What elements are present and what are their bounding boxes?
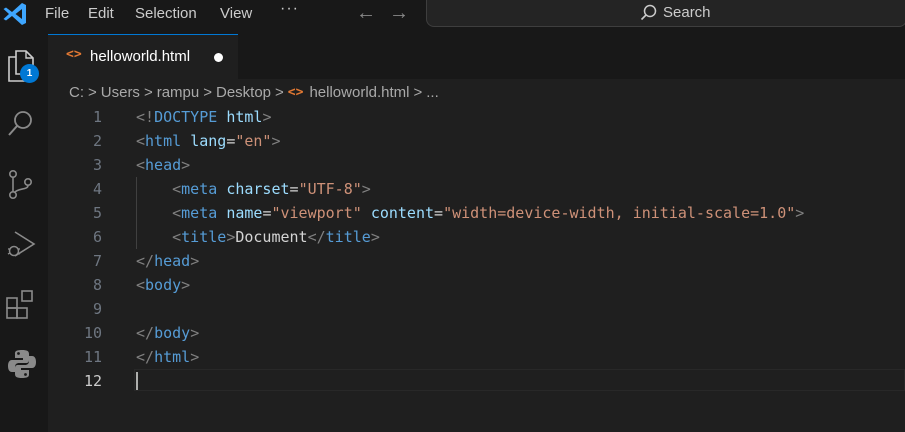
activity-bar: 1: [0, 34, 48, 432]
breadcrumb-item-rampu[interactable]: rampu: [157, 84, 200, 101]
tab-label: helloworld.html: [90, 48, 191, 65]
line-number: 8: [92, 276, 102, 294]
code-text: <meta name="viewport" content="width=dev…: [172, 204, 805, 222]
source-control-icon[interactable]: [6, 169, 36, 199]
back-arrow-icon[interactable]: ←: [356, 2, 376, 25]
title-bar: File Edit Selection View ··· ← → Search: [0, 0, 905, 34]
more-menu-button[interactable]: ···: [280, 0, 299, 18]
line-number: 5: [92, 204, 102, 222]
code-text: </head>: [136, 252, 200, 270]
code-line[interactable]: 6 <title>Document</title>: [48, 225, 905, 249]
line-number: 10: [83, 324, 102, 342]
menu-edit[interactable]: Edit: [88, 5, 114, 22]
line-number: 2: [92, 132, 102, 150]
tab-helloworld-html[interactable]: <> helloworld.html: [48, 34, 238, 79]
python-icon[interactable]: [6, 348, 36, 378]
breadcrumb-item-file[interactable]: helloworld.html: [309, 84, 409, 101]
breadcrumb: C: > Users > rampu > Desktop > <> helloworld.html…: [69, 83, 439, 105]
html-file-icon: <>: [287, 84, 304, 100]
breadcrumb-separator: >: [275, 83, 284, 101]
code-text: </body>: [136, 324, 200, 342]
code-text: </html>: [136, 348, 200, 366]
command-search-box[interactable]: Search: [426, 0, 905, 27]
vscode-logo-icon: [0, 0, 32, 28]
code-line[interactable]: 11 </html>: [48, 345, 905, 369]
line-number: 12: [83, 372, 102, 390]
code-line[interactable]: 1 <!DOCTYPE html>: [48, 105, 905, 129]
code-text: <body>: [136, 276, 191, 294]
code-line[interactable]: 10 </body>: [48, 321, 905, 345]
search-label: Search: [663, 4, 711, 21]
line-number: 4: [92, 180, 102, 198]
breadcrumb-item-drive[interactable]: C:: [69, 84, 84, 101]
code-line[interactable]: 4 <meta charset="UTF-8">: [48, 177, 905, 201]
tab-bar: <> helloworld.html: [48, 34, 905, 79]
breadcrumb-item-users[interactable]: Users: [101, 84, 140, 101]
code-text: <meta charset="UTF-8">: [172, 180, 371, 198]
code-line[interactable]: 2 <html lang="en">: [48, 129, 905, 153]
text-cursor: [136, 372, 138, 390]
forward-arrow-icon[interactable]: →: [389, 2, 409, 25]
breadcrumb-separator: >: [203, 83, 212, 101]
breadcrumb-separator: >: [143, 83, 153, 101]
code-text: <!DOCTYPE html>: [136, 108, 272, 126]
menu-file[interactable]: File: [45, 5, 69, 22]
breadcrumb-item-desktop[interactable]: Desktop: [216, 84, 271, 101]
line-number: 1: [92, 108, 102, 126]
search-icon: [640, 4, 658, 22]
run-debug-icon[interactable]: [6, 229, 36, 259]
code-line[interactable]: 7 </head>: [48, 249, 905, 273]
line-number: 11: [83, 348, 102, 366]
current-line-highlight: [134, 369, 905, 391]
code-line[interactable]: 3 <head>: [48, 153, 905, 177]
code-text: <title>Document</title>: [172, 228, 380, 246]
breadcrumb-separator: >: [88, 83, 97, 101]
code-line-current[interactable]: 12: [48, 369, 905, 393]
code-line[interactable]: 8 <body>: [48, 273, 905, 297]
breadcrumb-separator: >: [413, 83, 423, 101]
line-number: 6: [92, 228, 102, 246]
line-number: 3: [92, 156, 102, 174]
html-file-icon: <>: [66, 47, 82, 62]
code-text: <html lang="en">: [136, 132, 281, 150]
unsaved-dot-icon[interactable]: [214, 53, 223, 62]
search-activity-icon[interactable]: [6, 109, 36, 139]
menu-selection[interactable]: Selection: [135, 5, 197, 22]
extensions-icon[interactable]: [6, 289, 36, 319]
code-line[interactable]: 9: [48, 297, 905, 321]
menu-view[interactable]: View: [220, 5, 252, 22]
breadcrumb-item-symbols[interactable]: ...: [426, 84, 439, 101]
code-editor[interactable]: 1 <!DOCTYPE html> 2 <html lang="en"> 3 <…: [48, 105, 905, 432]
code-line[interactable]: 5 <meta name="viewport" content="width=d…: [48, 201, 905, 225]
code-text: <head>: [136, 156, 191, 174]
line-number: 7: [92, 252, 102, 270]
explorer-badge: 1: [20, 64, 39, 83]
line-number: 9: [92, 300, 102, 318]
